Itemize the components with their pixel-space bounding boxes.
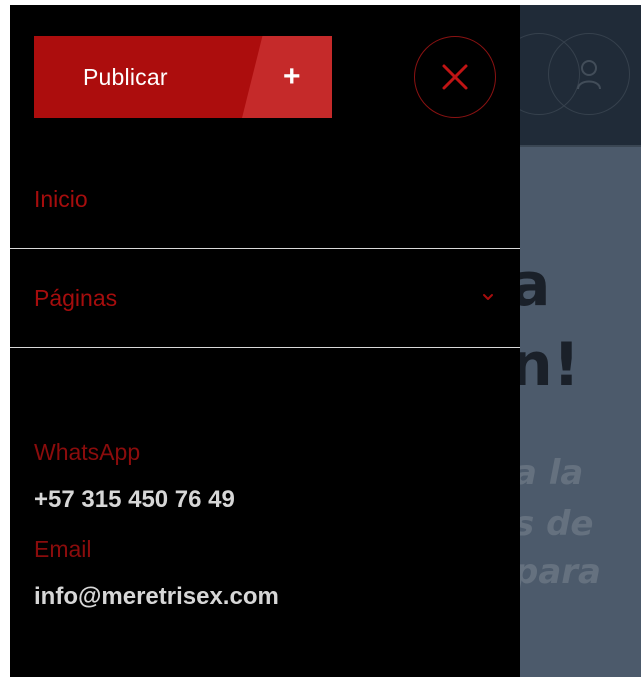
background-text-line-1: a la bbox=[514, 453, 584, 493]
whatsapp-label: WhatsApp bbox=[34, 439, 141, 465]
whatsapp-phone-link[interactable]: +57 315 450 76 49 bbox=[34, 486, 235, 514]
email-label: Email bbox=[34, 536, 92, 562]
background-account-button bbox=[548, 33, 630, 115]
menu-item-inicio[interactable]: Inicio bbox=[10, 153, 520, 249]
menu-item-label: Páginas bbox=[34, 285, 118, 311]
menu-item-label: Inicio bbox=[34, 186, 88, 212]
close-icon bbox=[442, 64, 468, 90]
plus-icon: + bbox=[283, 60, 301, 93]
email-link[interactable]: info@meretrisex.com bbox=[34, 583, 279, 611]
publish-button-label: Publicar bbox=[83, 64, 168, 90]
menu-item-paginas[interactable]: Páginas bbox=[10, 249, 520, 348]
user-icon bbox=[577, 60, 601, 90]
chevron-down-icon[interactable] bbox=[482, 293, 494, 301]
background-text-line-2: s de bbox=[514, 504, 594, 544]
publish-button[interactable]: Publicar + bbox=[34, 36, 332, 118]
background-heading-line-2: n! bbox=[510, 330, 581, 400]
close-menu-button[interactable] bbox=[414, 36, 496, 118]
mobile-nav-drawer: Publicar + Inicio Páginas WhatsApp +57 3… bbox=[10, 5, 520, 677]
background-text-line-3: para bbox=[514, 552, 601, 592]
